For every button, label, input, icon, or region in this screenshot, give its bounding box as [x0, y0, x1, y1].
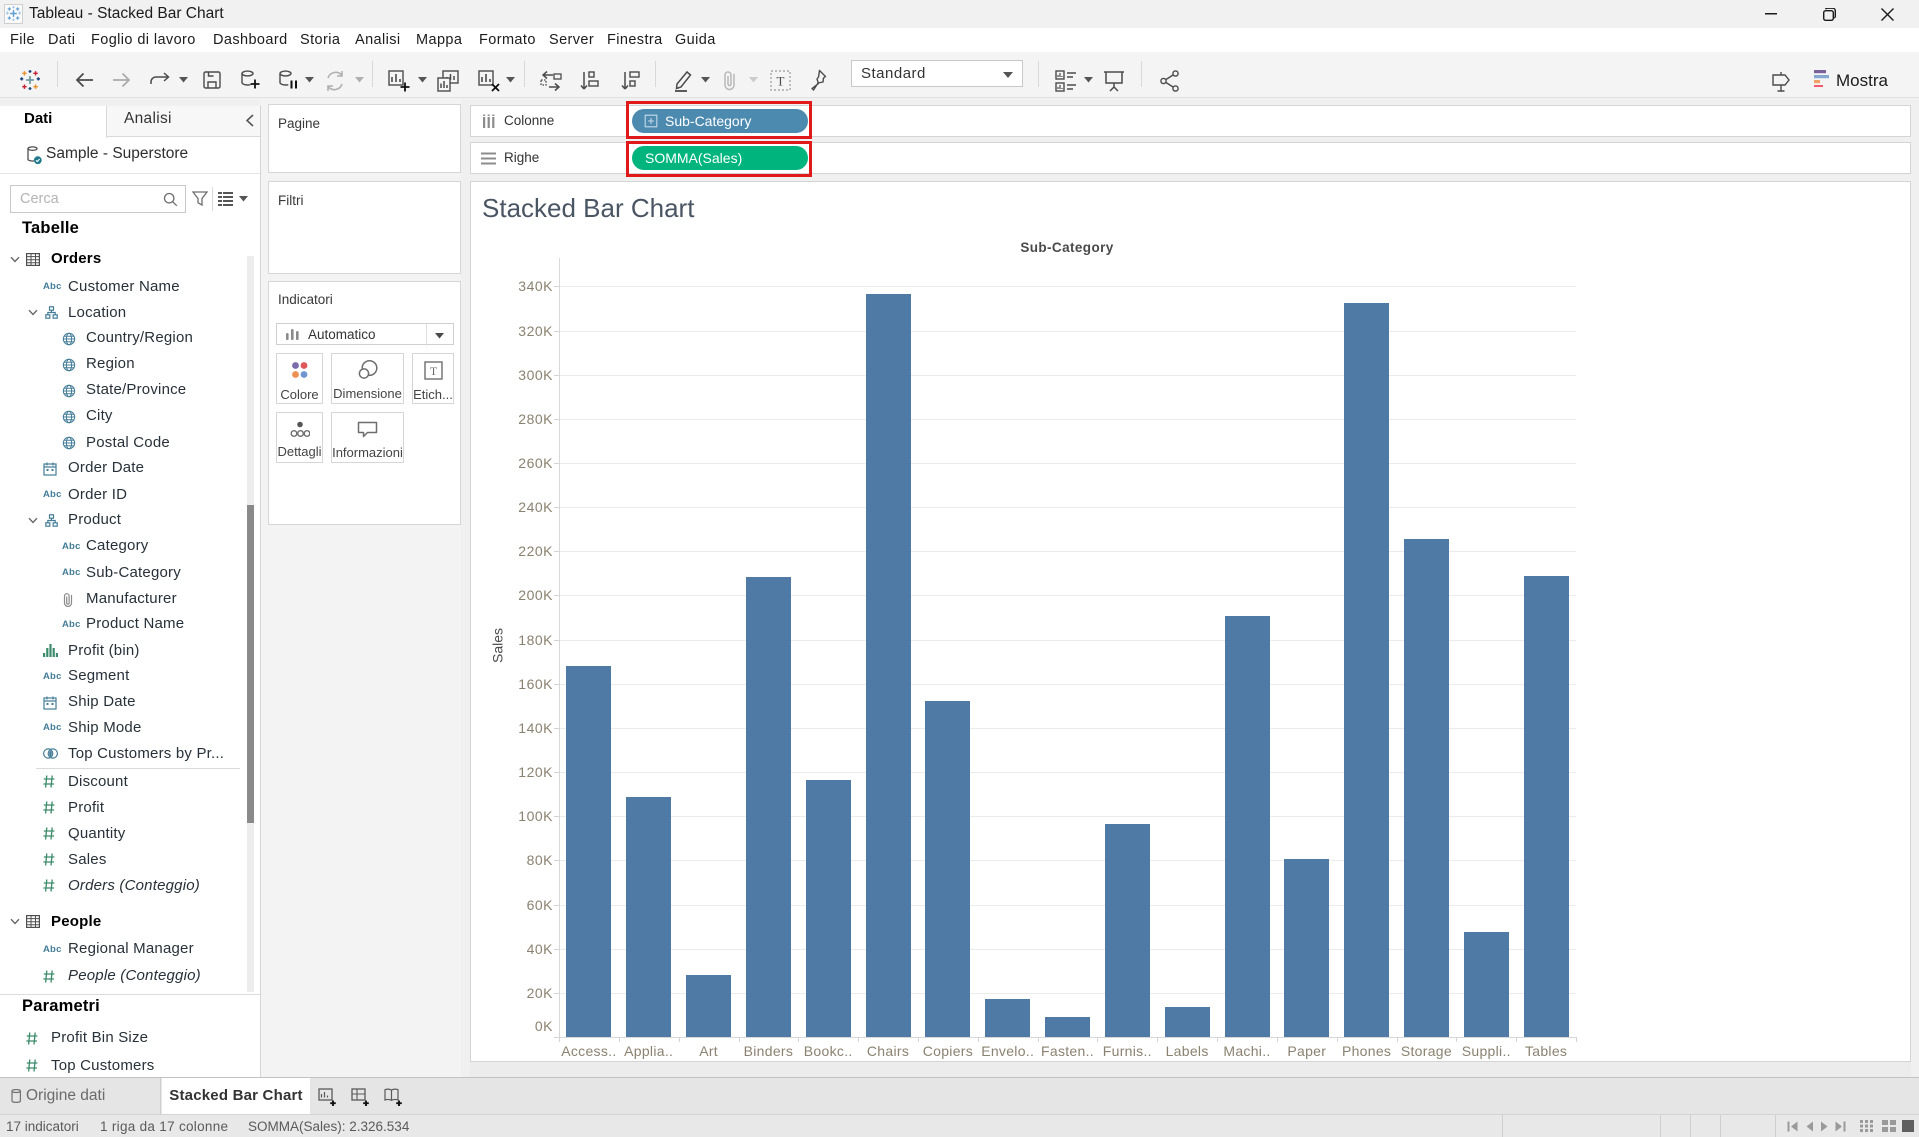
svg-text:T: T: [429, 364, 437, 378]
svg-text:T: T: [777, 74, 785, 89]
